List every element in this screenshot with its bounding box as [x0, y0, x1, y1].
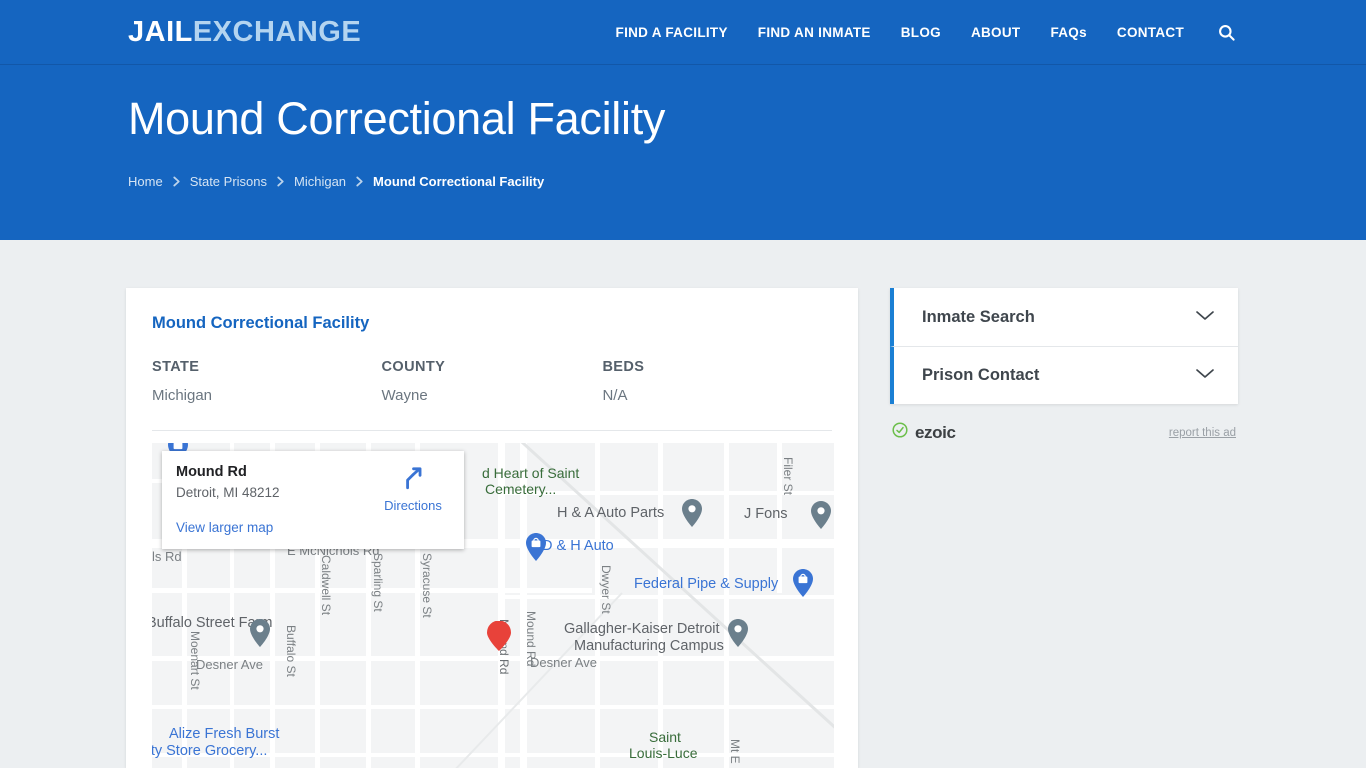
map-info-card: Mound Rd Detroit, MI 48212 View larger m…: [162, 451, 464, 549]
hero-banner: Mound Correctional Facility Home State P…: [0, 65, 1366, 240]
map-label-h-a-auto-parts: H & A Auto Parts: [557, 505, 665, 521]
map-pin-gray[interactable]: [728, 619, 748, 647]
breadcrumb-item-state-prisons[interactable]: State Prisons: [190, 174, 267, 189]
fact-state: STATE Michigan: [152, 359, 382, 404]
page-title: Mound Correctional Facility: [128, 93, 666, 144]
facility-card-title: Mound Correctional Facility: [152, 314, 370, 332]
ezoic-label: ezoic: [915, 422, 956, 442]
map-label-store-grocery[interactable]: rty Store Grocery...: [152, 743, 267, 759]
breadcrumb-item-michigan[interactable]: Michigan: [294, 174, 346, 189]
map-label-caldwell-st: Caldwell St: [319, 555, 333, 616]
chevron-right-icon: [172, 176, 181, 187]
chevron-right-icon: [355, 176, 364, 187]
map-label-federal-pipe-supply[interactable]: Federal Pipe & Supply: [634, 576, 778, 592]
accordion-inmate-search[interactable]: Inmate Search: [890, 288, 1238, 346]
map-label-d-h-auto[interactable]: D & H Auto: [542, 538, 614, 554]
fact-label-beds: BEDS: [602, 359, 645, 375]
facility-card: Mound Correctional Facility STATE Michig…: [126, 288, 858, 768]
facility-facts: STATE Michigan COUNTY Wayne BEDS N/A: [152, 359, 832, 431]
fact-value-state: Michigan: [152, 387, 213, 404]
map-label-buffalo-st: Buffalo St: [284, 625, 298, 677]
fact-beds: BEDS N/A: [602, 359, 832, 404]
ad-footer: ezoic report this ad: [890, 422, 1238, 443]
nav-item-blog[interactable]: BLOG: [886, 25, 956, 40]
map-label-louis-luce: Louis-Luce: [629, 745, 698, 761]
map-label-syracuse-st: Syracuse St: [420, 553, 434, 618]
nav-item-find-a-facility[interactable]: FIND A FACILITY: [601, 25, 743, 40]
map-label-desner-ave: Desner Ave: [196, 657, 263, 672]
sidebar: Inmate Search Prison Contact ezoic repor…: [890, 288, 1238, 443]
map-label-j-fons: J Fons: [744, 506, 788, 522]
map-label-saint: Saint: [649, 729, 681, 745]
map-label-desner-ave: Desner Ave: [530, 655, 597, 670]
directions-label: Directions: [384, 498, 442, 513]
view-larger-map-link[interactable]: View larger map: [176, 520, 273, 535]
map-pin-gray[interactable]: [250, 619, 270, 647]
site-logo[interactable]: JAILEXCHANGE: [128, 15, 362, 48]
fact-county: COUNTY Wayne: [382, 359, 603, 404]
site-header: JAILEXCHANGE FIND A FACILITY FIND AN INM…: [0, 0, 1366, 65]
main-navigation: FIND A FACILITY FIND AN INMATE BLOG ABOU…: [601, 23, 1242, 42]
map-label-alize-fresh-burst[interactable]: Alize Fresh Burst: [169, 726, 279, 742]
map-label-gallagher-kaiser-2: Manufacturing Campus: [574, 638, 724, 654]
report-this-ad-link[interactable]: report this ad: [1169, 427, 1236, 439]
directions-arrow-icon: [400, 467, 426, 495]
chevron-down-icon[interactable]: [1194, 308, 1216, 327]
search-icon[interactable]: [1199, 23, 1242, 42]
map-label-filer-st: Filer St: [781, 457, 795, 496]
nav-item-about[interactable]: ABOUT: [956, 25, 1036, 40]
map-label-moenart-st: Moenart St: [188, 631, 202, 690]
map-label: ls Rd: [152, 549, 182, 564]
breadcrumb-item-current: Mound Correctional Facility: [373, 173, 545, 189]
breadcrumb-item-home[interactable]: Home: [128, 174, 163, 189]
location-map[interactable]: d Heart of Saint Cemetery... H & A Auto …: [152, 443, 834, 768]
fact-label-state: STATE: [152, 359, 200, 375]
map-marker-facility[interactable]: [486, 620, 512, 651]
map-label-mt-elliott: Mt E: [728, 739, 742, 764]
map-pin-gray[interactable]: [811, 501, 831, 529]
fact-value-county: Wayne: [381, 387, 428, 404]
accordion-prison-contact[interactable]: Prison Contact: [890, 346, 1238, 404]
map-label-mound-rd: Mound Rd: [524, 611, 538, 667]
map-pin-shop-d-h-auto[interactable]: [526, 533, 546, 561]
fact-label-county: COUNTY: [381, 359, 446, 375]
nav-item-faqs[interactable]: FAQs: [1035, 25, 1101, 40]
main-content: Mound Correctional Facility STATE Michig…: [0, 240, 1366, 768]
chevron-right-icon: [276, 176, 285, 187]
nav-item-find-an-inmate[interactable]: FIND AN INMATE: [743, 25, 886, 40]
logo-text-jail: JAIL: [128, 15, 193, 48]
nav-item-contact[interactable]: CONTACT: [1102, 25, 1199, 40]
fact-value-beds: N/A: [602, 387, 628, 404]
chevron-down-icon[interactable]: [1194, 366, 1216, 385]
logo-text-exchange: EXCHANGE: [192, 15, 362, 48]
map-label-gallagher-kaiser: Gallagher-Kaiser Detroit: [564, 621, 720, 637]
map-pin-gray[interactable]: [682, 499, 702, 527]
map-label-dwyer-st: Dwyer St: [599, 565, 613, 614]
ezoic-branding[interactable]: ezoic: [892, 422, 956, 443]
map-pin-shop-federal-pipe[interactable]: [793, 569, 813, 597]
ezoic-check-icon: [892, 422, 908, 443]
map-label-sparling-st: Sparling St: [371, 553, 385, 612]
breadcrumb: Home State Prisons Michigan Mound Correc…: [128, 174, 1366, 189]
directions-button[interactable]: Directions: [380, 465, 446, 513]
map-label: Cemetery...: [485, 481, 557, 497]
map-label: d Heart of Saint: [482, 465, 580, 481]
accordion-label-inmate-search: Inmate Search: [922, 307, 1035, 326]
sidebar-accordion: Inmate Search Prison Contact: [890, 288, 1238, 404]
accordion-label-prison-contact: Prison Contact: [922, 366, 1040, 384]
